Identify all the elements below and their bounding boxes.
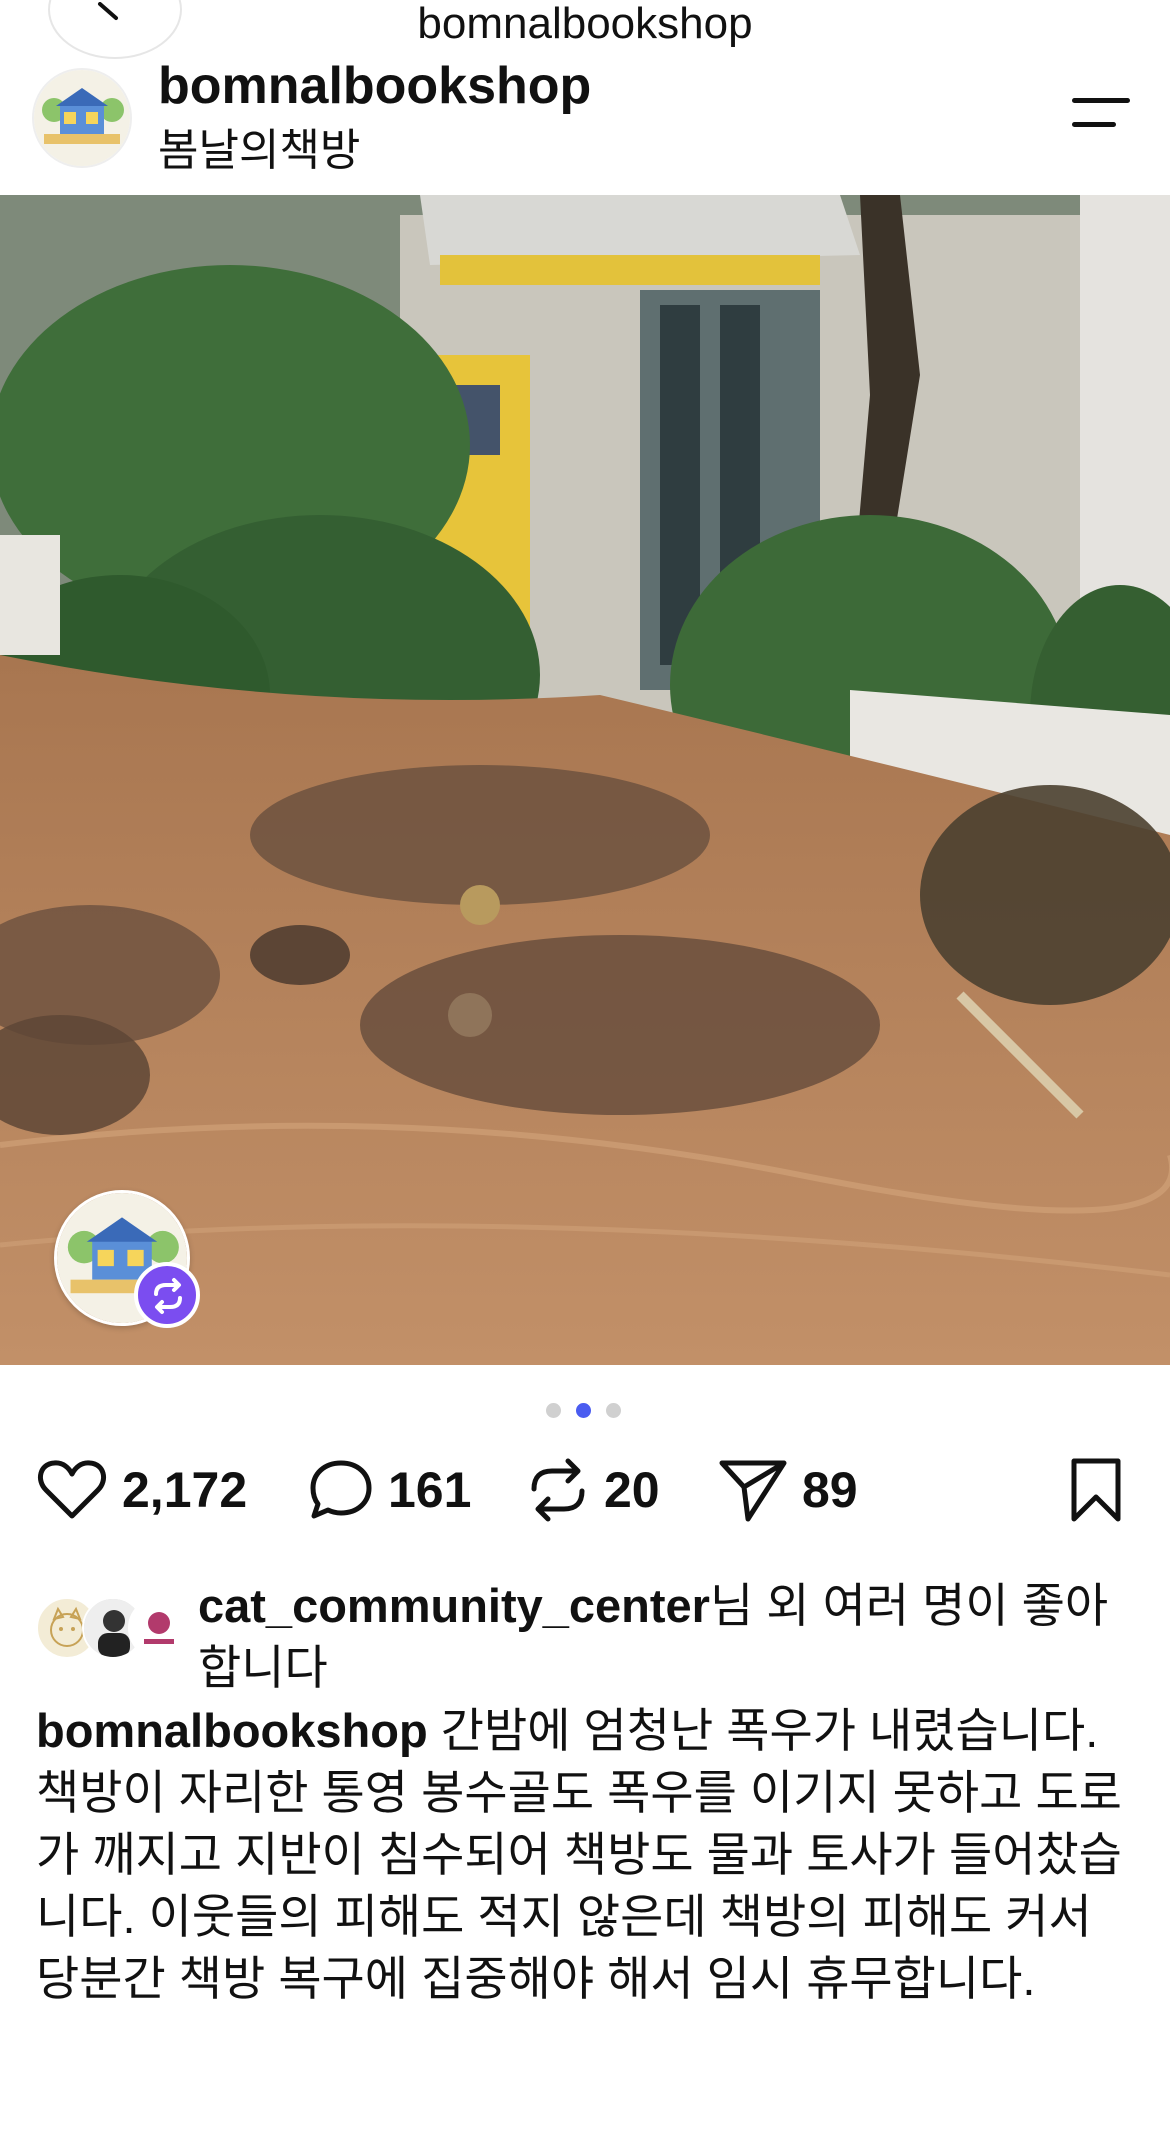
carousel-indicator	[0, 1400, 1170, 1420]
repost-button[interactable]: 20	[526, 1455, 660, 1525]
action-bar: 2,172 161 20 89	[0, 1455, 1170, 1535]
hamburger-menu-icon[interactable]	[1072, 92, 1134, 134]
carousel-dot-active[interactable]	[576, 1403, 591, 1418]
profile-display-name: 봄날의책방	[158, 126, 361, 175]
comment-button[interactable]: 161	[308, 1455, 471, 1525]
liked-by-avatars[interactable]	[36, 1597, 190, 1661]
repost-icon	[154, 1278, 182, 1314]
seal-logo-icon	[144, 1612, 174, 1644]
liked-by-username[interactable]: cat_community_center	[198, 1579, 710, 1632]
carousel-dot[interactable]	[606, 1403, 621, 1418]
top-bar: bomnalbookshop bomnalbookshop 봄날의책방	[0, 0, 1170, 195]
repost-icon	[531, 1458, 585, 1522]
share-count: 89	[802, 1462, 858, 1518]
liked-by-text: cat_community_center님 외 여러 명이 좋아합니다	[198, 1575, 1138, 1699]
profile-handle[interactable]: bomnalbookshop	[158, 58, 591, 114]
flooded-bookshop-photo	[0, 195, 1170, 1365]
repost-count: 20	[604, 1462, 660, 1518]
heart-icon	[37, 1460, 107, 1519]
repost-badge	[134, 1262, 200, 1328]
send-icon	[719, 1460, 787, 1522]
profile-avatar[interactable]	[32, 68, 132, 168]
like-button[interactable]: 2,172	[36, 1455, 247, 1525]
avatar	[128, 1597, 190, 1659]
comment-count: 161	[388, 1462, 472, 1518]
caption-username[interactable]: bomnalbookshop	[36, 1704, 428, 1757]
bookmark-icon	[1071, 1458, 1121, 1522]
post-caption: bomnalbookshop 간밤에 엄청난 폭우가 내렸습니다. 책방이 자리…	[36, 1700, 1146, 2010]
bookmark-button[interactable]	[1068, 1455, 1124, 1525]
like-count: 2,172	[122, 1462, 248, 1518]
page-title: bomnalbookshop	[417, 0, 753, 48]
post-photo[interactable]	[0, 195, 1170, 1365]
comment-bubble-icon	[310, 1460, 372, 1519]
carousel-dot[interactable]	[546, 1403, 561, 1418]
share-button[interactable]: 89	[718, 1455, 858, 1525]
shop-logo-icon	[34, 70, 130, 166]
